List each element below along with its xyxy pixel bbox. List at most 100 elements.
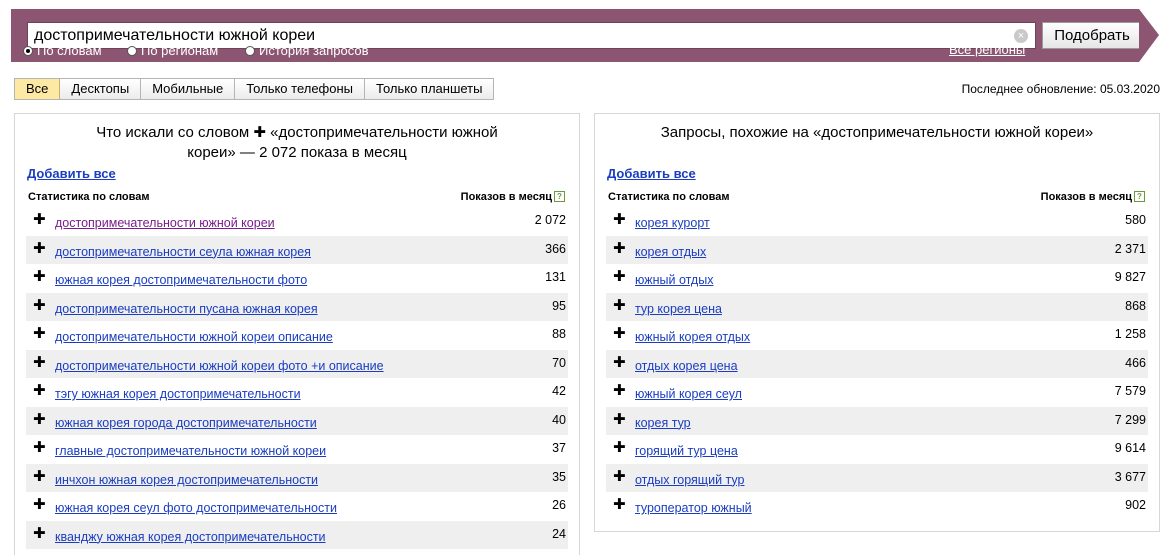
right-panel-title: Запросы, похожие на «достопримечательнос… [660,124,1094,141]
shows-count: 902 [1125,498,1146,512]
table-row: ✚ инчхон южная корея достопримечательност… [26,463,568,492]
add-phrase-plus-icon[interactable]: ✚ [613,497,626,512]
add-phrase-plus-icon[interactable]: ✚ [613,355,626,370]
radio-label: История запросов [259,43,369,58]
phrase-link[interactable]: корея тур [635,416,691,430]
tab-phones-only[interactable]: Только телефоны [235,79,366,99]
shows-count: 95 [552,298,566,313]
radio-dot-icon[interactable] [245,45,255,56]
plus-icon: ✚ [253,124,266,141]
column-header-shows: Показов в месяц? [461,191,565,203]
add-phrase-plus-icon[interactable]: ✚ [33,212,46,227]
radio-dot-icon[interactable] [127,45,137,56]
table-row: ✚ тур корея цена 868 [606,292,1148,321]
add-phrase-plus-icon[interactable]: ✚ [613,241,626,256]
table-row: ✚ достопримечательности южной кореи описа… [26,321,568,350]
add-all-link[interactable]: Добавить все [27,166,116,181]
phrase-link[interactable]: южная корея города достопримечательности [55,416,317,430]
table-row: ✚ корея отдых 2 371 [606,235,1148,264]
table-row: ✚ южный корея сеул 7 579 [606,378,1148,407]
add-phrase-plus-icon[interactable]: ✚ [613,383,626,398]
add-phrase-plus-icon[interactable]: ✚ [33,526,46,541]
add-phrase-plus-icon[interactable]: ✚ [33,497,46,512]
phrase-link[interactable]: главные достопримечательности южной коре… [55,444,326,458]
tab-tablets-only[interactable]: Только планшеты [365,79,493,99]
table-row: ✚ туроператор южный 902 [606,492,1148,521]
add-phrase-plus-icon[interactable]: ✚ [33,469,46,484]
tab-mobile[interactable]: Мобильные [141,79,236,99]
shows-count: 70 [552,355,566,370]
phrase-link[interactable]: туроператор южный [635,501,752,515]
phrase-link[interactable]: достопримечательности южной кореи [55,216,275,230]
shows-count: 366 [545,241,566,256]
shows-count: 35 [552,469,566,484]
add-phrase-plus-icon[interactable]: ✚ [33,326,46,341]
add-phrase-plus-icon[interactable]: ✚ [613,412,626,427]
tab-all[interactable]: Все [15,79,61,99]
phrase-link[interactable]: достопримечательности пусана южная корея [55,302,318,316]
shows-count: 7 299 [1114,412,1146,427]
phrase-link[interactable]: тур корея цена [635,302,722,316]
submit-button[interactable]: Подобрать [1042,22,1142,49]
column-header-shows: Показов в месяц? [1041,191,1145,203]
add-phrase-plus-icon[interactable]: ✚ [613,440,626,455]
tab-desktops[interactable]: Десктопы [60,79,142,99]
shows-count: 1 258 [1114,327,1146,341]
table-row: ✚ южный корея отдых 1 258 [606,321,1148,350]
table-row: ✚ южная корея достопримечательности фото 1… [26,264,568,293]
add-phrase-plus-icon[interactable]: ✚ [613,269,626,284]
phrase-link[interactable]: корея курорт [635,216,710,230]
table-row: ✚ горящий тур цена 9 614 [606,435,1148,464]
radio-dot-icon[interactable] [23,45,33,56]
help-icon[interactable]: ? [1134,191,1145,202]
device-tabs: Все Десктопы Мобильные Только телефоны Т… [14,78,495,100]
phrase-link[interactable]: южный отдых [635,273,713,287]
add-phrase-plus-icon[interactable]: ✚ [33,383,46,398]
title-suffix: «достопримечательности южной [270,124,498,141]
table-row: ✚ отдых горящий тур 3 677 [606,463,1148,492]
column-header-words: Статистика по словам [28,191,150,203]
radio-by-words[interactable]: По словам [23,43,102,58]
add-phrase-plus-icon[interactable]: ✚ [33,355,46,370]
radio-by-regions[interactable]: По регионам [127,43,218,58]
phrase-link[interactable]: южный корея сеул [635,387,742,401]
phrase-link[interactable]: достопримечательности сеула южная корея [55,245,311,259]
shows-count: 88 [552,327,566,341]
phrase-link[interactable]: кванджу южная корея достопримечательност… [55,530,326,544]
phrase-link[interactable]: тэгу южная корея достопримечательности [55,387,301,401]
phrase-link[interactable]: достопримечательности южной кореи фото +… [55,359,384,373]
phrase-link[interactable]: южный корея отдых [635,330,750,344]
phrase-link[interactable]: достопримечательности южной кореи описан… [55,330,333,344]
add-phrase-plus-icon[interactable]: ✚ [33,412,46,427]
table-row: ✚ достопримечательности пусана южная коре… [26,292,568,321]
add-phrase-plus-icon[interactable]: ✚ [33,440,46,455]
add-phrase-plus-icon[interactable]: ✚ [613,469,626,484]
phrase-link[interactable]: отдых горящий тур [635,473,744,487]
radio-query-history[interactable]: История запросов [245,43,369,58]
close-icon[interactable]: × [1014,29,1028,43]
help-icon[interactable]: ? [554,191,565,202]
phrase-link[interactable]: отдых корея цена [635,359,738,373]
shows-count: 9 827 [1114,270,1146,284]
table-row: ✚ достопримечательности южной кореи 2 072 [26,207,568,236]
add-phrase-plus-icon[interactable]: ✚ [613,212,626,227]
phrase-link[interactable]: горящий тур цена [635,444,738,458]
search-bar-arrow [1139,9,1159,62]
add-phrase-plus-icon[interactable]: ✚ [33,298,46,313]
add-phrase-plus-icon[interactable]: ✚ [33,269,46,284]
phrase-link[interactable]: южная корея сеул фото достопримечательно… [55,501,337,515]
add-phrase-plus-icon[interactable]: ✚ [613,326,626,341]
phrase-link[interactable]: южная корея достопримечательности фото [55,273,307,287]
column-header-words: Статистика по словам [608,191,730,203]
phrase-link[interactable]: инчхон южная корея достопримечательности [55,473,318,487]
shows-count: 37 [552,441,566,455]
add-phrase-plus-icon[interactable]: ✚ [613,298,626,313]
add-phrase-plus-icon[interactable]: ✚ [33,241,46,256]
title-prefix: Что искали со словом [96,124,250,141]
phrase-link[interactable]: корея отдых [635,245,706,259]
add-all-link[interactable]: Добавить все [607,166,696,181]
table-row: ✚ южная корея сеул фото достопримечательн… [26,492,568,521]
all-regions-link[interactable]: Все регионы [949,42,1025,57]
table-row: ✚ корея тур 7 299 [606,406,1148,435]
table-row: ✚ корея курорт 580 [606,207,1148,236]
